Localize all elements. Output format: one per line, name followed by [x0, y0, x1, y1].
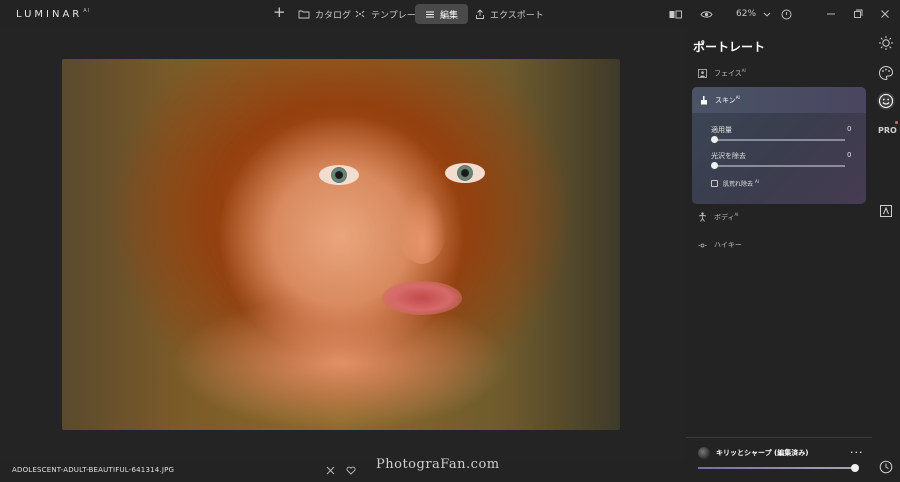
logo-text: LUMINAR: [16, 9, 83, 20]
smiley-icon: [878, 93, 894, 109]
minimize-button[interactable]: [826, 6, 836, 22]
tab-catalog[interactable]: カタログ: [298, 4, 351, 24]
my-presets-tab[interactable]: [877, 202, 895, 220]
skin-defects-label: 肌荒れ除去 AI: [723, 179, 759, 188]
panel-divider: [686, 437, 872, 438]
tool-high-key[interactable]: ハイキー: [698, 240, 742, 250]
tab-edit[interactable]: 編集: [415, 4, 469, 24]
luminar-logo: LUMINARAI: [16, 8, 90, 20]
history-info-button[interactable]: [781, 6, 792, 22]
tool-face[interactable]: フェイスAI: [698, 68, 746, 78]
maximize-icon: [854, 9, 863, 18]
eye-icon: [700, 10, 713, 18]
tool-body[interactable]: ボディAI: [698, 212, 738, 222]
tab-export-label: エクスポート: [490, 10, 544, 21]
zoom-dropdown[interactable]: 62%: [736, 6, 772, 22]
palette-icon: [879, 65, 894, 81]
creative-tab[interactable]: [877, 64, 895, 82]
amount-slider-knob[interactable]: [711, 136, 718, 143]
sun-icon: [879, 36, 893, 50]
compare-button[interactable]: [669, 6, 682, 22]
favorite-button[interactable]: [346, 466, 356, 478]
preset-thumbnail: [698, 447, 710, 459]
logo-sup: AI: [83, 8, 91, 14]
preview-button[interactable]: [700, 6, 713, 22]
preset-amount-knob[interactable]: [851, 464, 859, 472]
templates-icon: [355, 10, 365, 18]
tab-catalog-label: カタログ: [315, 10, 352, 21]
watermark: PhotograFan.com: [376, 457, 500, 472]
photo-nose: [397, 189, 447, 264]
shine-removal-value: 0: [847, 151, 852, 159]
close-x-icon: [326, 466, 335, 475]
close-icon: [881, 10, 889, 18]
tab-export[interactable]: エクスポート: [475, 4, 544, 24]
top-bar: LUMINARAI + カタログ テンプレート 編集 エクスポート 62%: [0, 0, 900, 28]
history-tab[interactable]: [877, 458, 895, 476]
shine-removal-label: 光沢を除去: [711, 152, 746, 160]
folder-icon: [298, 10, 310, 19]
portrait-tab[interactable]: [877, 92, 895, 110]
amount-slider[interactable]: [711, 136, 845, 143]
pro-indicator-dot: [895, 121, 898, 124]
panel-title: ポートレート: [693, 40, 766, 54]
hand-icon: [701, 96, 707, 105]
photo-eye-left: [319, 165, 359, 185]
preset-amount-slider[interactable]: [698, 464, 859, 472]
tool-skin-header[interactable]: スキンAI: [692, 87, 866, 113]
preset-frame-icon: [880, 205, 892, 217]
photo-eye-right: [445, 163, 485, 183]
tool-body-label: ボディAI: [714, 212, 739, 222]
tool-high-key-label: ハイキー: [714, 241, 742, 249]
amount-label: 適用量: [711, 126, 732, 134]
right-panel: ポートレート フェイスAI スキンAI 適用量 0 光沢を除去 0 肌荒れ除去 …: [686, 28, 872, 482]
chevron-down-icon: [763, 12, 771, 17]
applied-preset[interactable]: キリッとシャープ (編集済み): [698, 447, 808, 459]
face-icon: [698, 68, 707, 78]
tool-category-strip: PRO: [872, 28, 900, 482]
preset-label: キリッとシャープ (編集済み): [716, 449, 809, 457]
edit-sliders-icon: [426, 11, 434, 17]
skin-defects-row[interactable]: 肌荒れ除去 AI: [711, 179, 759, 188]
tool-skin-card[interactable]: スキンAI 適用量 0 光沢を除去 0 肌荒れ除去 AI: [692, 87, 866, 204]
preset-more-button[interactable]: ···: [850, 446, 864, 459]
photo-lips: [382, 281, 462, 315]
pro-tab[interactable]: PRO: [878, 126, 897, 135]
file-name: ADOLESCENT-ADULT-BEAUTIFUL-641314.JPG: [12, 466, 175, 474]
maximize-button[interactable]: [853, 6, 863, 22]
minimize-icon: [827, 13, 835, 15]
zoom-value: 62%: [736, 9, 757, 19]
high-key-icon: [698, 243, 707, 247]
shine-removal-slider-knob[interactable]: [711, 162, 718, 169]
compare-icon: [669, 10, 682, 18]
shine-removal-slider[interactable]: [711, 162, 845, 169]
add-photos-button[interactable]: +: [273, 5, 286, 20]
skin-defects-checkbox[interactable]: [711, 180, 718, 187]
essentials-tab[interactable]: [877, 34, 895, 52]
amount-value: 0: [847, 125, 852, 133]
body-icon: [698, 212, 707, 222]
heart-icon: [346, 466, 356, 475]
tool-face-label: フェイスAI: [714, 68, 746, 78]
export-icon: [476, 8, 484, 19]
info-clock-icon: [781, 9, 792, 19]
tool-skin-label: スキンAI: [715, 94, 740, 105]
close-window-button[interactable]: [880, 6, 890, 22]
tab-edit-label: 編集: [440, 10, 459, 21]
clock-icon: [879, 460, 893, 474]
reject-button[interactable]: [326, 466, 335, 478]
portrait-photo[interactable]: [62, 59, 620, 430]
